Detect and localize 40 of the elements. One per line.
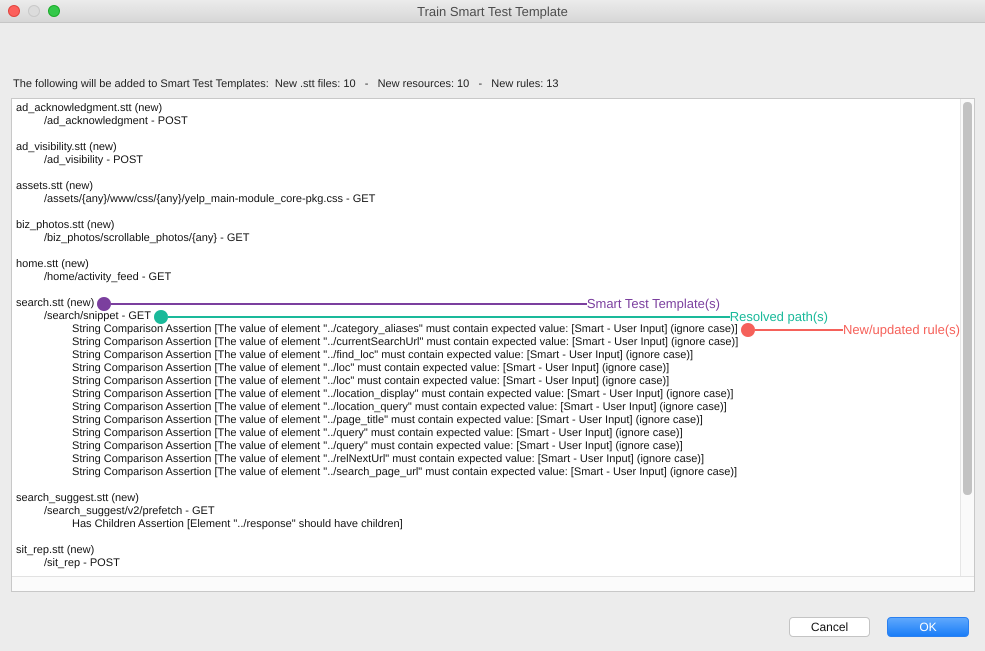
cancel-button[interactable]: Cancel	[789, 617, 870, 637]
template-file-name: biz_photos.stt (new)	[16, 219, 114, 232]
template-file-name: sit_rep.stt (new)	[16, 544, 94, 557]
resource-path: /ad_acknowledgment - POST	[44, 115, 188, 128]
rule-text: String Comparison Assertion [The value of element "../currentSearchUrl" must contain expected value: [Smart - User Input] (ignore case)]	[72, 336, 738, 349]
close-button[interactable]	[8, 5, 20, 17]
scrollbar[interactable]	[960, 99, 974, 577]
template-file-name: search.stt (new)	[16, 297, 94, 310]
resource-path: /biz_photos/scrollable_photos/{any} - GET	[44, 232, 250, 245]
resource-path: /search/snippet - GET	[44, 310, 151, 323]
template-file-name: ad_acknowledgment.stt (new)	[16, 102, 162, 115]
summary-text: The following will be added to Smart Test Templates: New .stt files: 10 - New resources: 10 - New rules: 13	[12, 78, 560, 91]
rule-text: String Comparison Assertion [The value of element "../location_display" must contain expected value: [Smart - User Input] (ignore case)]	[72, 388, 734, 401]
rule-text: String Comparison Assertion [The value of element "../category_aliases" must contain expected value: [Smart - User Input] (ignore case)]	[72, 323, 738, 336]
rule-text: String Comparison Assertion [The value of element "../loc" must contain expected value: [Smart - User Input] (ignore case)]	[72, 362, 670, 375]
window-title: Train Smart Test Template	[417, 4, 568, 18]
rule-text: String Comparison Assertion [The value of element "../loc" must contain expected value: [Smart - User Input] (ignore case)]	[72, 375, 670, 388]
resource-path: /sit_rep - POST	[44, 557, 120, 570]
rule-text: String Comparison Assertion [The value of element "../find_loc" must contain expected value: [Smart - User Input] (ignore case)]	[72, 349, 694, 362]
callout-label: Resolved path(s)	[730, 310, 828, 323]
rule-text: String Comparison Assertion [The value of element "../search_page_url" must contain expected value: [Smart - User Input] (ignore case)]	[72, 466, 738, 479]
resource-path: /search_suggest/v2/prefetch - GET	[44, 505, 215, 518]
rule-text: String Comparison Assertion [The value of element "../location_query" must contain expected value: [Smart - User Input] (ignore case)]	[72, 401, 727, 414]
horizontal-scrollbar[interactable]	[12, 576, 974, 591]
resource-path: /home/activity_feed - GET	[44, 271, 172, 284]
template-file-name: home.stt (new)	[16, 258, 89, 271]
minimize-button[interactable]	[28, 5, 40, 17]
rule-text: String Comparison Assertion [The value of element "../relNextUrl" must contain expected value: [Smart - User Input] (ignore case)]	[72, 453, 704, 466]
rule-text: String Comparison Assertion [The value of element "../query" must contain expected value: [Smart - User Input] (ignore case)]	[72, 440, 683, 453]
resource-path: /ad_visibility - POST	[44, 154, 144, 167]
template-file-name: ad_visibility.stt (new)	[16, 141, 117, 154]
template-file-name: search_suggest.stt (new)	[16, 492, 139, 505]
template-file-name: assets.stt (new)	[16, 180, 94, 193]
callout-label: Smart Test Template(s)	[586, 297, 720, 310]
callout-label: New/updated rule(s)	[842, 323, 960, 336]
rule-text: String Comparison Assertion [The value of element "../page_title" must contain expected value: [Smart - User Input] (ignore case)]	[72, 414, 703, 427]
resource-path: /assets/{any}/www/css/{any}/yelp_main-module_core-pkg.css - GET	[44, 193, 376, 206]
zoom-button[interactable]	[48, 5, 60, 17]
rule-text: Has Children Assertion [Element "../response" should have children]	[72, 518, 403, 531]
rule-text: String Comparison Assertion [The value of element "../query" must contain expected value: [Smart - User Input] (ignore case)]	[72, 427, 683, 440]
